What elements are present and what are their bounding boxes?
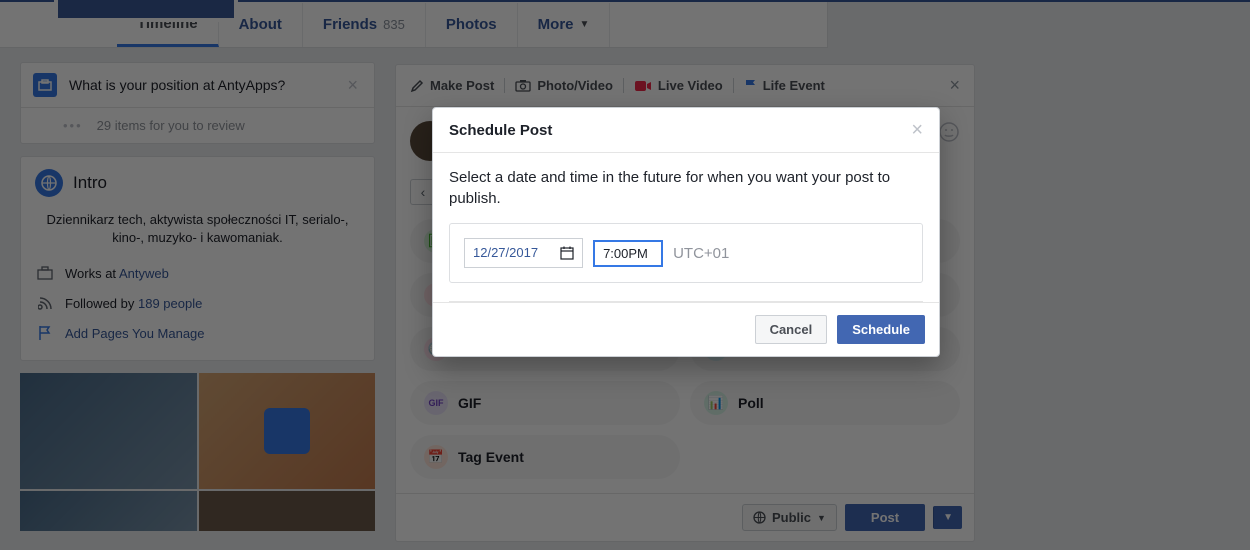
schedule-post-modal: Schedule Post × Select a date and time i… bbox=[432, 107, 940, 357]
modal-description: Select a date and time in the future for… bbox=[449, 167, 923, 209]
date-input[interactable]: 12/27/2017 bbox=[464, 238, 583, 268]
close-icon[interactable]: × bbox=[911, 120, 923, 140]
time-input[interactable] bbox=[593, 240, 663, 267]
cancel-button[interactable]: Cancel bbox=[755, 315, 828, 344]
modal-title: Schedule Post bbox=[449, 122, 552, 139]
timezone-label: UTC+01 bbox=[673, 243, 729, 264]
calendar-icon[interactable] bbox=[560, 246, 574, 260]
date-value: 12/27/2017 bbox=[473, 244, 538, 262]
schedule-button[interactable]: Schedule bbox=[837, 315, 925, 344]
